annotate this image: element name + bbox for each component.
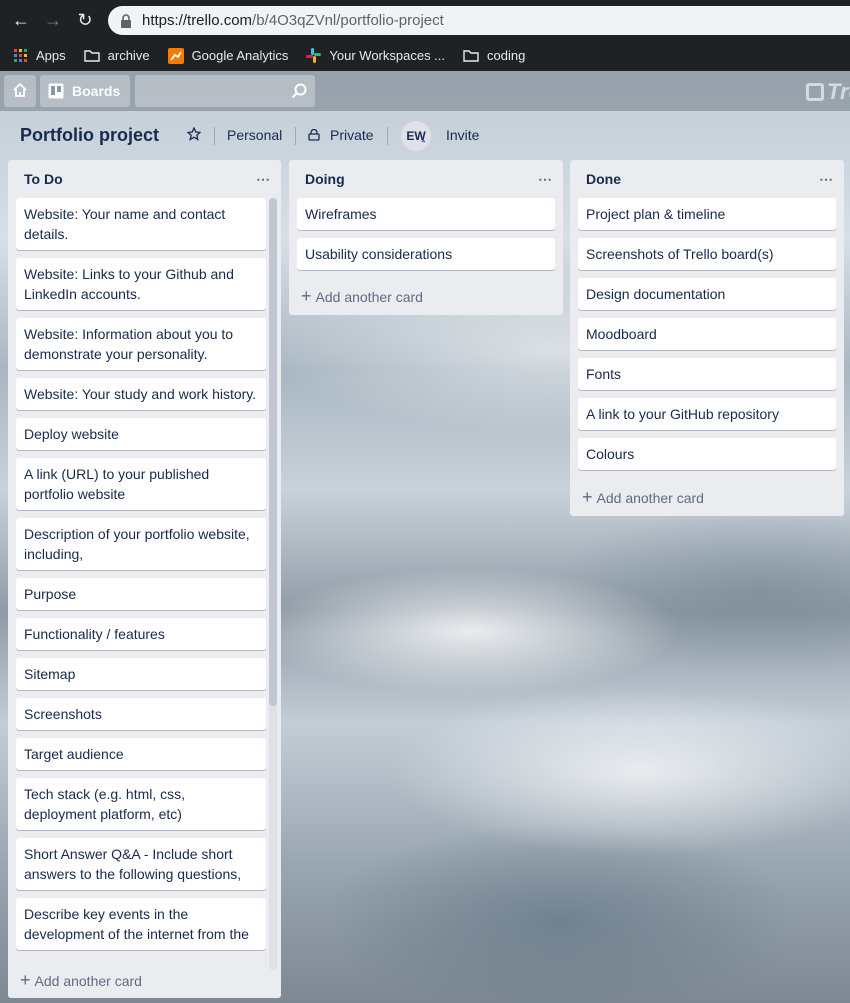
star-button[interactable] [186, 126, 202, 144]
more-icon[interactable]: ⋯ [538, 171, 555, 188]
address-bar[interactable]: https://trello.com/b/4O3qZVnl/portfolio-… [108, 6, 668, 35]
bookmark-archive[interactable]: archive [83, 48, 150, 63]
lock-icon [120, 13, 132, 28]
list-scrollbar[interactable] [269, 198, 277, 970]
card[interactable]: Description of your portfolio website, i… [16, 518, 266, 570]
card[interactable]: Moodboard [578, 318, 836, 350]
privacy-button[interactable]: Private [308, 127, 374, 143]
card[interactable]: Website: Information about you to demons… [16, 318, 266, 370]
bookmark-coding[interactable]: coding [463, 48, 525, 63]
trello-logo[interactable]: Tre [806, 79, 850, 105]
card[interactable]: Sitemap [16, 658, 266, 690]
list-todo: To Do ⋯ Website: Your name and contact d… [8, 160, 281, 998]
plus-icon: + [582, 487, 593, 507]
url-text: https://trello.com/b/4O3qZVnl/portfolio-… [142, 12, 444, 29]
card-container: Project plan & timeline Screenshots of T… [578, 198, 836, 478]
trello-logo-icon [806, 83, 824, 101]
folder-icon [83, 49, 100, 62]
card[interactable]: Colours [578, 438, 836, 470]
list-name[interactable]: Doing [297, 171, 345, 187]
list-header: Doing ⋯ [297, 168, 555, 190]
star-icon [186, 126, 202, 144]
card[interactable]: A link (URL) to your published portfolio… [16, 458, 266, 510]
forward-icon[interactable]: → [42, 9, 64, 31]
card[interactable]: Tech stack (e.g. html, css, deployment p… [16, 778, 266, 830]
analytics-icon [167, 47, 184, 64]
card[interactable]: Website: Your study and work history. [16, 378, 266, 410]
home-button[interactable] [4, 75, 36, 107]
list-header: Done ⋯ [578, 168, 836, 190]
boards-icon [48, 83, 64, 99]
add-card-label: Add another card [315, 288, 423, 305]
reload-icon[interactable]: ↻ [74, 9, 96, 31]
admin-badge-icon: ⌃ [420, 139, 427, 148]
add-card-button[interactable]: + Add another card [20, 970, 142, 991]
card[interactable]: Deploy website [16, 418, 266, 450]
add-card-button[interactable]: + Add another card [582, 487, 704, 508]
address-bar-end [668, 6, 850, 35]
plus-icon: + [301, 286, 312, 306]
card[interactable]: Website: Your name and contact details. [16, 198, 266, 250]
card[interactable]: A link to your GitHub repository [578, 398, 836, 430]
bookmark-label: Google Analytics [191, 48, 289, 63]
privacy-label: Private [330, 127, 374, 143]
scrollbar-thumb[interactable] [269, 198, 277, 706]
bookmark-label: coding [487, 48, 526, 63]
more-icon[interactable]: ⋯ [256, 171, 273, 188]
divider [387, 127, 388, 145]
card[interactable]: Target audience [16, 738, 266, 770]
card[interactable]: Short Answer Q&A - Include short answers… [16, 838, 266, 890]
card[interactable]: Design documentation [578, 278, 836, 310]
card[interactable]: Website: Links to your Github and Linked… [16, 258, 266, 310]
card[interactable]: Wireframes [297, 198, 555, 230]
list-doing: Doing ⋯ Wireframes Usability considerati… [289, 160, 563, 315]
folder-icon [463, 49, 479, 62]
list-done: Done ⋯ Project plan & timeline Screensho… [570, 160, 844, 516]
search-input[interactable] [135, 75, 315, 107]
trello-logo-text: Tre [827, 79, 850, 104]
add-card-label: Add another card [596, 489, 704, 506]
boards-button[interactable]: Boards [40, 75, 130, 107]
list-name[interactable]: Done [578, 171, 621, 187]
back-icon[interactable]: ← [10, 9, 32, 31]
divider [295, 127, 296, 145]
card[interactable]: Functionality / features [16, 618, 266, 650]
list-name[interactable]: To Do [16, 171, 63, 187]
card[interactable]: Purpose [16, 578, 266, 610]
more-icon[interactable]: ⋯ [819, 171, 836, 188]
card[interactable]: Screenshots [16, 698, 266, 730]
boards-label: Boards [72, 83, 121, 99]
search-icon [291, 83, 307, 102]
bookmark-label: archive [107, 48, 150, 63]
plus-icon: + [20, 970, 31, 990]
card[interactable]: Describe key events in the development o… [16, 898, 266, 950]
bookmark-apps[interactable]: Apps [14, 48, 66, 63]
add-card-label: Add another card [34, 972, 142, 989]
invite-button[interactable]: Invite [446, 127, 479, 143]
card-container: Website: Your name and contact details. … [16, 198, 266, 970]
card[interactable]: Fonts [578, 358, 836, 390]
bookmark-google-analytics[interactable]: Google Analytics [167, 47, 289, 64]
trello-header: Boards [0, 71, 850, 111]
bookmark-workspaces[interactable]: Your Workspaces ... [306, 48, 445, 63]
card-container: Wireframes Usability considerations [297, 198, 555, 278]
add-card-button[interactable]: + Add another card [301, 286, 423, 307]
card[interactable]: Screenshots of Trello board(s) [578, 238, 836, 270]
lock-icon [308, 129, 320, 141]
bookmarks-bar: Apps archive Google Analytics Your Works… [0, 40, 850, 71]
home-icon [12, 82, 28, 101]
list-header: To Do ⋯ [16, 168, 273, 190]
team-visibility-button[interactable]: Personal [227, 127, 282, 143]
divider [214, 127, 215, 145]
avatar[interactable]: EW ⌃ [401, 121, 431, 151]
bookmark-label: Your Workspaces ... [329, 48, 446, 63]
slack-icon [306, 48, 322, 63]
apps-grid-icon [14, 48, 28, 63]
bookmark-label: Apps [36, 48, 66, 63]
card[interactable]: Project plan & timeline [578, 198, 836, 230]
card[interactable]: Usability considerations [297, 238, 555, 270]
board-title[interactable]: Portfolio project [20, 125, 159, 146]
